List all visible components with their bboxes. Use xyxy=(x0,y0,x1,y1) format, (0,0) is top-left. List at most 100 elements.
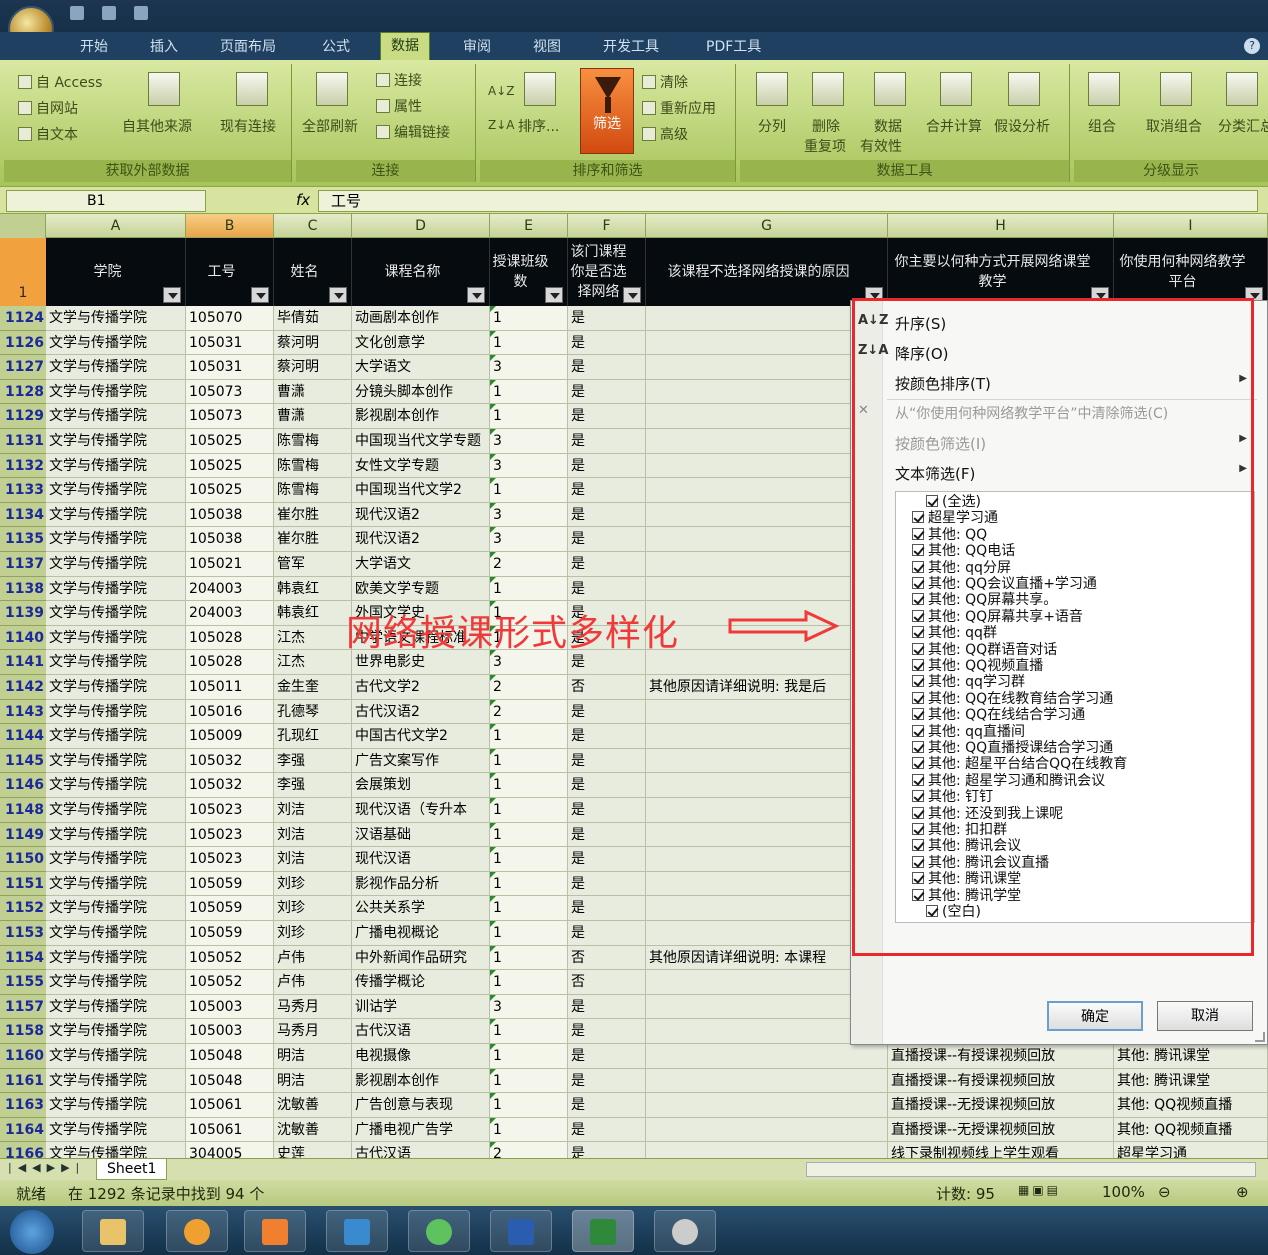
select-all-corner[interactable] xyxy=(0,214,46,238)
checkbox-checked-icon[interactable] xyxy=(912,888,924,901)
row-header[interactable]: 1134 xyxy=(0,502,46,528)
cell-c[interactable]: 韩袁红 xyxy=(274,576,352,602)
cell-e[interactable]: 1 xyxy=(490,306,568,331)
filter-dropdown-button[interactable] xyxy=(545,287,563,303)
cell-e[interactable]: 1 xyxy=(490,1093,568,1118)
checkbox-checked-icon[interactable] xyxy=(912,806,924,819)
header-cell-a[interactable]: 学院 xyxy=(46,238,186,306)
checkbox-checked-icon[interactable] xyxy=(912,872,924,885)
advanced-button[interactable]: 高级 xyxy=(642,124,688,144)
row-header[interactable]: 1144 xyxy=(0,724,46,749)
checkbox-checked-icon[interactable] xyxy=(926,905,938,917)
cell-g[interactable] xyxy=(646,1068,888,1094)
cell-e[interactable]: 3 xyxy=(490,355,568,380)
cell-f[interactable]: 是 xyxy=(568,847,646,872)
tab-insert[interactable]: 插入 xyxy=(150,36,178,60)
column-header-a[interactable]: A xyxy=(46,214,186,238)
filter-checkbox-item[interactable]: 其他: 腾讯会议直播 xyxy=(912,855,1049,871)
cell-b[interactable]: 105052 xyxy=(186,945,274,971)
filter-checkbox-item[interactable]: 其他: QQ会议直播+学习通 xyxy=(912,576,1097,592)
checkbox-checked-icon[interactable] xyxy=(912,544,924,557)
cell-h[interactable]: 直播授课--无授课视频回放 xyxy=(888,1093,1114,1118)
tab-developer[interactable]: 开发工具 xyxy=(603,36,659,60)
cell-b[interactable]: 105061 xyxy=(186,1093,274,1118)
cell-c[interactable]: 崔尔胜 xyxy=(274,502,352,528)
column-header-b[interactable]: B xyxy=(186,214,274,238)
cell-c[interactable]: 韩袁红 xyxy=(274,601,352,626)
cell-e[interactable]: 1 xyxy=(490,871,568,897)
cell-d[interactable]: 广告创意与表现 xyxy=(352,1093,490,1118)
checkbox-checked-icon[interactable] xyxy=(912,642,924,655)
tab-data[interactable]: 数据 xyxy=(380,32,430,60)
filter-checkbox-item[interactable]: 其他: 腾讯会议 xyxy=(912,838,1021,854)
zoom-out-icon[interactable]: ⊖ xyxy=(1158,1183,1171,1201)
cell-c[interactable]: 曹潇 xyxy=(274,404,352,429)
row-header[interactable]: 1127 xyxy=(0,355,46,380)
cell-f[interactable]: 是 xyxy=(568,330,646,356)
save-icon[interactable] xyxy=(70,6,84,20)
cell-e[interactable]: 1 xyxy=(490,896,568,921)
cell-e[interactable]: 1 xyxy=(490,1044,568,1069)
cell-f[interactable]: 是 xyxy=(568,478,646,503)
sort-za-button[interactable]: Z↓A xyxy=(488,118,514,132)
row-header[interactable]: 1138 xyxy=(0,576,46,602)
column-header-g[interactable]: G xyxy=(646,214,888,238)
edit-links-button[interactable]: 编辑链接 xyxy=(376,122,450,142)
row-header-1[interactable]: 1 xyxy=(0,238,46,306)
cell-b[interactable]: 105052 xyxy=(186,970,274,995)
checkbox-checked-icon[interactable] xyxy=(912,724,924,737)
filter-checkbox-item[interactable]: 其他: QQ屏幕共享+语音 xyxy=(912,609,1083,625)
cell-e[interactable]: 1 xyxy=(490,847,568,872)
clear-button[interactable]: 清除 xyxy=(642,72,688,92)
horizontal-scrollbar[interactable] xyxy=(806,1162,1256,1177)
checkbox-checked-icon[interactable] xyxy=(912,855,924,868)
cell-b[interactable]: 105059 xyxy=(186,921,274,946)
row-header[interactable]: 1155 xyxy=(0,970,46,995)
checkbox-checked-icon[interactable] xyxy=(912,511,924,524)
cell-a[interactable]: 文学与传播学院 xyxy=(46,822,186,848)
cell-e[interactable]: 2 xyxy=(490,675,568,700)
cell-f[interactable]: 是 xyxy=(568,379,646,405)
checkbox-checked-icon[interactable] xyxy=(912,659,924,671)
cell-c[interactable]: 明洁 xyxy=(274,1068,352,1094)
cell-f[interactable]: 是 xyxy=(568,1044,646,1069)
cell-a[interactable]: 文学与传播学院 xyxy=(46,527,186,552)
cell-b[interactable]: 105059 xyxy=(186,871,274,897)
taskbar-explorer-icon[interactable] xyxy=(82,1210,144,1252)
cell-d[interactable]: 广播电视广告学 xyxy=(352,1117,490,1143)
cell-f[interactable]: 是 xyxy=(568,1019,646,1044)
filter-value-list[interactable]: (全选) 超星学习通 其他: QQ 其他: QQ电话 其他: qq分屏 其他: QQ会议直… xyxy=(895,491,1255,923)
row-header[interactable]: 1141 xyxy=(0,650,46,675)
cell-i[interactable]: 其他: QQ视频直播 xyxy=(1114,1117,1268,1143)
cell-d[interactable]: 分镜头脚本创作 xyxy=(352,379,490,405)
row-header[interactable]: 1137 xyxy=(0,552,46,577)
taskbar-media-icon[interactable] xyxy=(244,1210,306,1252)
cancel-button[interactable]: 取消 xyxy=(1157,1001,1253,1031)
cell-b[interactable]: 105025 xyxy=(186,453,274,479)
cell-c[interactable]: 刘珍 xyxy=(274,896,352,921)
cell-a[interactable]: 文学与传播学院 xyxy=(46,330,186,356)
zoom-in-icon[interactable]: ⊕ xyxy=(1236,1183,1249,1201)
cell-f[interactable]: 否 xyxy=(568,970,646,995)
cell-e[interactable]: 2 xyxy=(490,552,568,577)
cell-c[interactable]: 蔡河明 xyxy=(274,355,352,380)
cell-f[interactable]: 是 xyxy=(568,896,646,921)
cell-a[interactable]: 文学与传播学院 xyxy=(46,576,186,602)
cell-e[interactable]: 1 xyxy=(490,1117,568,1143)
filter-checkbox-item[interactable]: (空白) xyxy=(926,904,981,920)
row-header[interactable]: 1160 xyxy=(0,1044,46,1069)
cell-b[interactable]: 105009 xyxy=(186,724,274,749)
column-header-f[interactable]: F xyxy=(568,214,646,238)
cell-b[interactable]: 105032 xyxy=(186,748,274,774)
cell-b[interactable]: 105031 xyxy=(186,330,274,356)
row-header[interactable]: 1151 xyxy=(0,871,46,897)
cell-e[interactable]: 1 xyxy=(490,404,568,429)
cell-f[interactable]: 是 xyxy=(568,306,646,331)
cell-e[interactable]: 1 xyxy=(490,478,568,503)
filter-checkbox-item[interactable]: 其他: 腾讯学堂 xyxy=(912,888,1021,904)
cell-f[interactable]: 是 xyxy=(568,724,646,749)
cell-d[interactable]: 现代汉语2 xyxy=(352,502,490,528)
cell-e[interactable]: 1 xyxy=(490,773,568,798)
cell-h[interactable]: 直播授课--有授课视频回放 xyxy=(888,1044,1114,1069)
start-button-icon[interactable] xyxy=(10,1210,54,1254)
